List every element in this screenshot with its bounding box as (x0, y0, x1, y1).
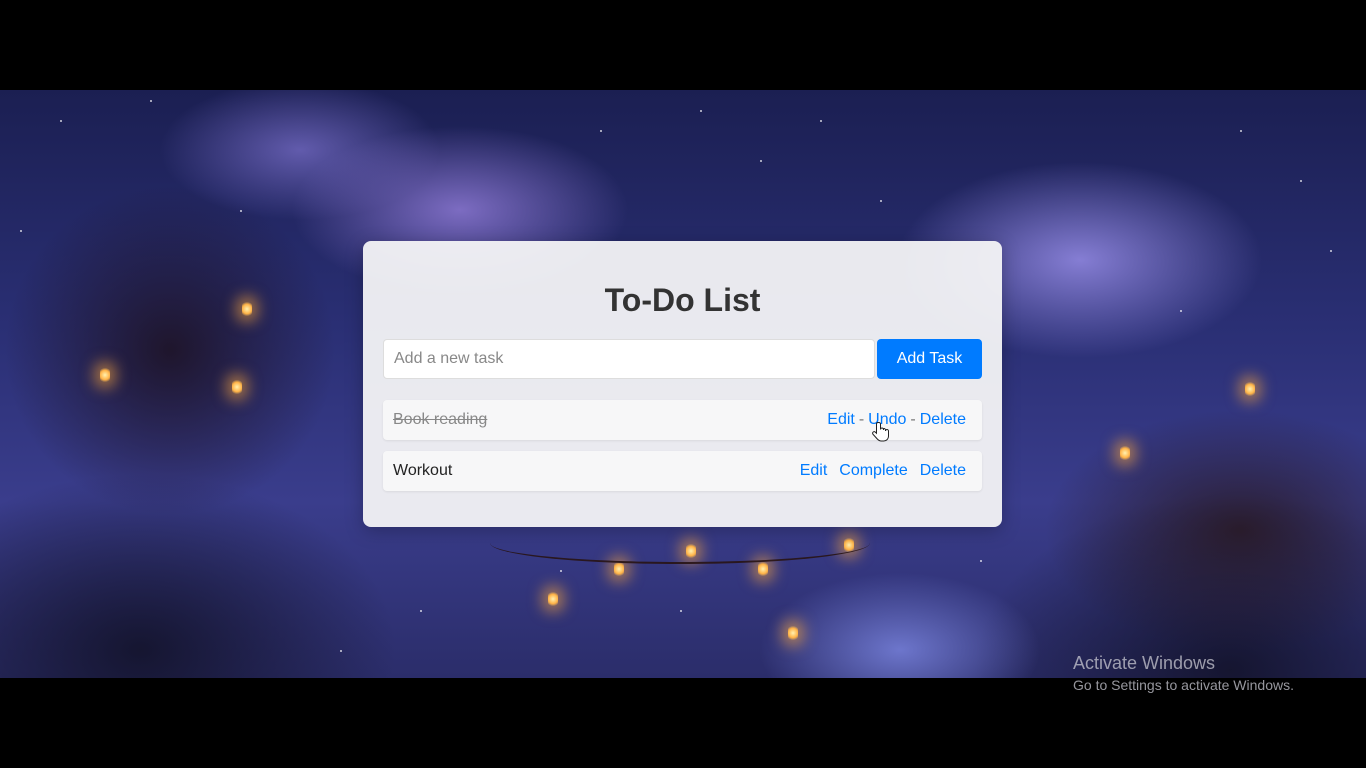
star (760, 160, 762, 162)
star (420, 610, 422, 612)
star (680, 610, 682, 612)
star (150, 100, 152, 102)
star (1240, 130, 1242, 132)
lantern (100, 368, 110, 382)
edit-link[interactable]: Edit (800, 462, 828, 479)
hand-pointer-icon (872, 422, 889, 442)
star (600, 130, 602, 132)
star (560, 570, 562, 572)
complete-link[interactable]: Complete (839, 462, 907, 479)
star (20, 230, 22, 232)
separator: - (858, 411, 865, 428)
task-text: Workout (393, 462, 453, 479)
star (340, 650, 342, 652)
lantern (548, 592, 558, 606)
add-task-button[interactable]: Add Task (877, 339, 982, 379)
lantern (614, 562, 624, 576)
lantern (232, 380, 242, 394)
star (1300, 180, 1302, 182)
star (820, 120, 822, 122)
new-task-input[interactable] (383, 339, 875, 379)
todo-card: To-Do List Add Task Book reading Edit-Un… (363, 241, 1002, 527)
task-text: Book reading (393, 411, 488, 428)
star (240, 210, 242, 212)
page-title: To-Do List (604, 282, 761, 318)
windows-activation-watermark: Activate Windows Go to Settings to activ… (1073, 652, 1294, 695)
lantern (758, 562, 768, 576)
lantern (242, 302, 252, 316)
star (880, 200, 882, 202)
watermark-title: Activate Windows (1073, 653, 1216, 673)
task-row: Book reading Edit - Undo - Delete (383, 400, 982, 440)
edit-link[interactable]: Edit (827, 411, 855, 428)
lantern-garland (490, 522, 870, 564)
delete-link[interactable]: Delete (920, 462, 966, 479)
delete-link[interactable]: Delete (920, 411, 966, 428)
separator: - (910, 411, 916, 428)
lantern (1245, 382, 1255, 396)
task-row: Workout Edit Complete Delete (383, 451, 982, 491)
task-actions: Edit - Undo - Delete (827, 411, 966, 429)
task-actions: Edit Complete Delete (800, 462, 966, 480)
lantern (788, 626, 798, 640)
lantern (1120, 446, 1130, 460)
star (1180, 310, 1182, 312)
watermark-subtitle: Go to Settings to activate Windows. (1073, 677, 1294, 693)
star (700, 110, 702, 112)
star (980, 560, 982, 562)
star (60, 120, 62, 122)
star (1330, 250, 1332, 252)
